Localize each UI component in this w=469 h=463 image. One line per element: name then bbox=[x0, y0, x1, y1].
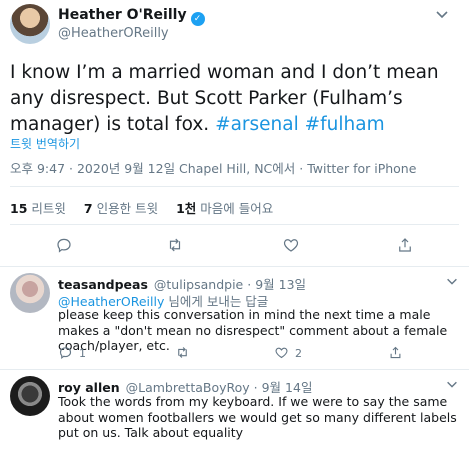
verified-badge-icon: ✓ bbox=[190, 12, 205, 26]
author-name-text[interactable]: Heather O'Reilly bbox=[58, 7, 187, 23]
hashtag-fulham[interactable]: #fulham bbox=[305, 114, 385, 135]
share-button[interactable] bbox=[388, 345, 403, 361]
reply-display-name[interactable]: roy allen bbox=[58, 380, 120, 395]
reply-handle[interactable]: @LambrettaBoyRoy bbox=[126, 380, 250, 395]
chevron-down-icon[interactable] bbox=[445, 274, 459, 288]
reply-tweet[interactable]: teasandpeas @tulipsandpie · 9월 13일 @Heat… bbox=[0, 267, 469, 370]
likes-stat[interactable]: 1천 마음에 들어요 bbox=[176, 201, 273, 216]
reply-button[interactable]: 1 bbox=[58, 345, 86, 361]
reply-handle[interactable]: @tulipsandpie bbox=[154, 277, 243, 292]
share-icon bbox=[390, 346, 401, 359]
reply-date[interactable]: 9월 13일 bbox=[255, 277, 306, 292]
reply-text: Took the words from my keyboard. If we w… bbox=[58, 394, 457, 440]
tweet-author: Heather O'Reilly ✓ @HeatherOReilly bbox=[10, 4, 450, 48]
tweet-action-bar bbox=[0, 236, 469, 256]
reply-icon[interactable] bbox=[55, 236, 73, 254]
reply-tweet[interactable]: roy allen @LambrettaBoyRoy · 9월 14일 Took… bbox=[0, 370, 469, 463]
separator: · bbox=[253, 380, 262, 395]
share-icon[interactable] bbox=[396, 236, 414, 254]
retweets-stat[interactable]: 15 리트윗 bbox=[10, 201, 66, 216]
author-handle[interactable]: @HeatherOReilly bbox=[58, 26, 169, 41]
reply-date[interactable]: 9월 14일 bbox=[262, 380, 313, 395]
like-icon bbox=[275, 347, 288, 359]
like-button[interactable]: 2 bbox=[274, 345, 302, 361]
like-count: 2 bbox=[295, 347, 302, 360]
retweet-icon bbox=[178, 347, 187, 358]
reply-action-bar: 1 2 bbox=[58, 345, 458, 361]
translate-tweet-link[interactable]: 트윗 번역하기 bbox=[10, 135, 80, 152]
reply-icon bbox=[59, 347, 72, 359]
quote-tweets-stat[interactable]: 7 인용한 트윗 bbox=[84, 201, 158, 216]
tweet-timestamp-source[interactable]: 오후 9:47 · 2020년 9월 12일 Chapel Hill, NC에서… bbox=[10, 158, 416, 177]
avatar[interactable] bbox=[10, 4, 50, 44]
like-icon[interactable] bbox=[282, 236, 300, 254]
hashtag-arsenal[interactable]: #arsenal bbox=[215, 114, 299, 135]
retweet-button[interactable] bbox=[175, 345, 190, 361]
chevron-down-icon[interactable] bbox=[434, 6, 450, 22]
avatar[interactable] bbox=[10, 376, 50, 416]
tweet-text: I know I’m a married woman and I don’t m… bbox=[10, 60, 458, 138]
tweet-stats: 15 리트윗 7 인용한 트윗 1천 마음에 들어요 bbox=[10, 198, 287, 217]
divider bbox=[10, 224, 459, 225]
reply-display-name[interactable]: teasandpeas bbox=[58, 277, 148, 292]
avatar[interactable] bbox=[10, 273, 50, 313]
separator: · bbox=[247, 277, 256, 292]
retweet-icon[interactable] bbox=[166, 236, 184, 254]
chevron-down-icon[interactable] bbox=[445, 377, 459, 391]
reply-count: 1 bbox=[79, 347, 86, 360]
author-display-name[interactable]: Heather O'Reilly ✓ bbox=[58, 7, 205, 26]
divider bbox=[10, 186, 459, 187]
